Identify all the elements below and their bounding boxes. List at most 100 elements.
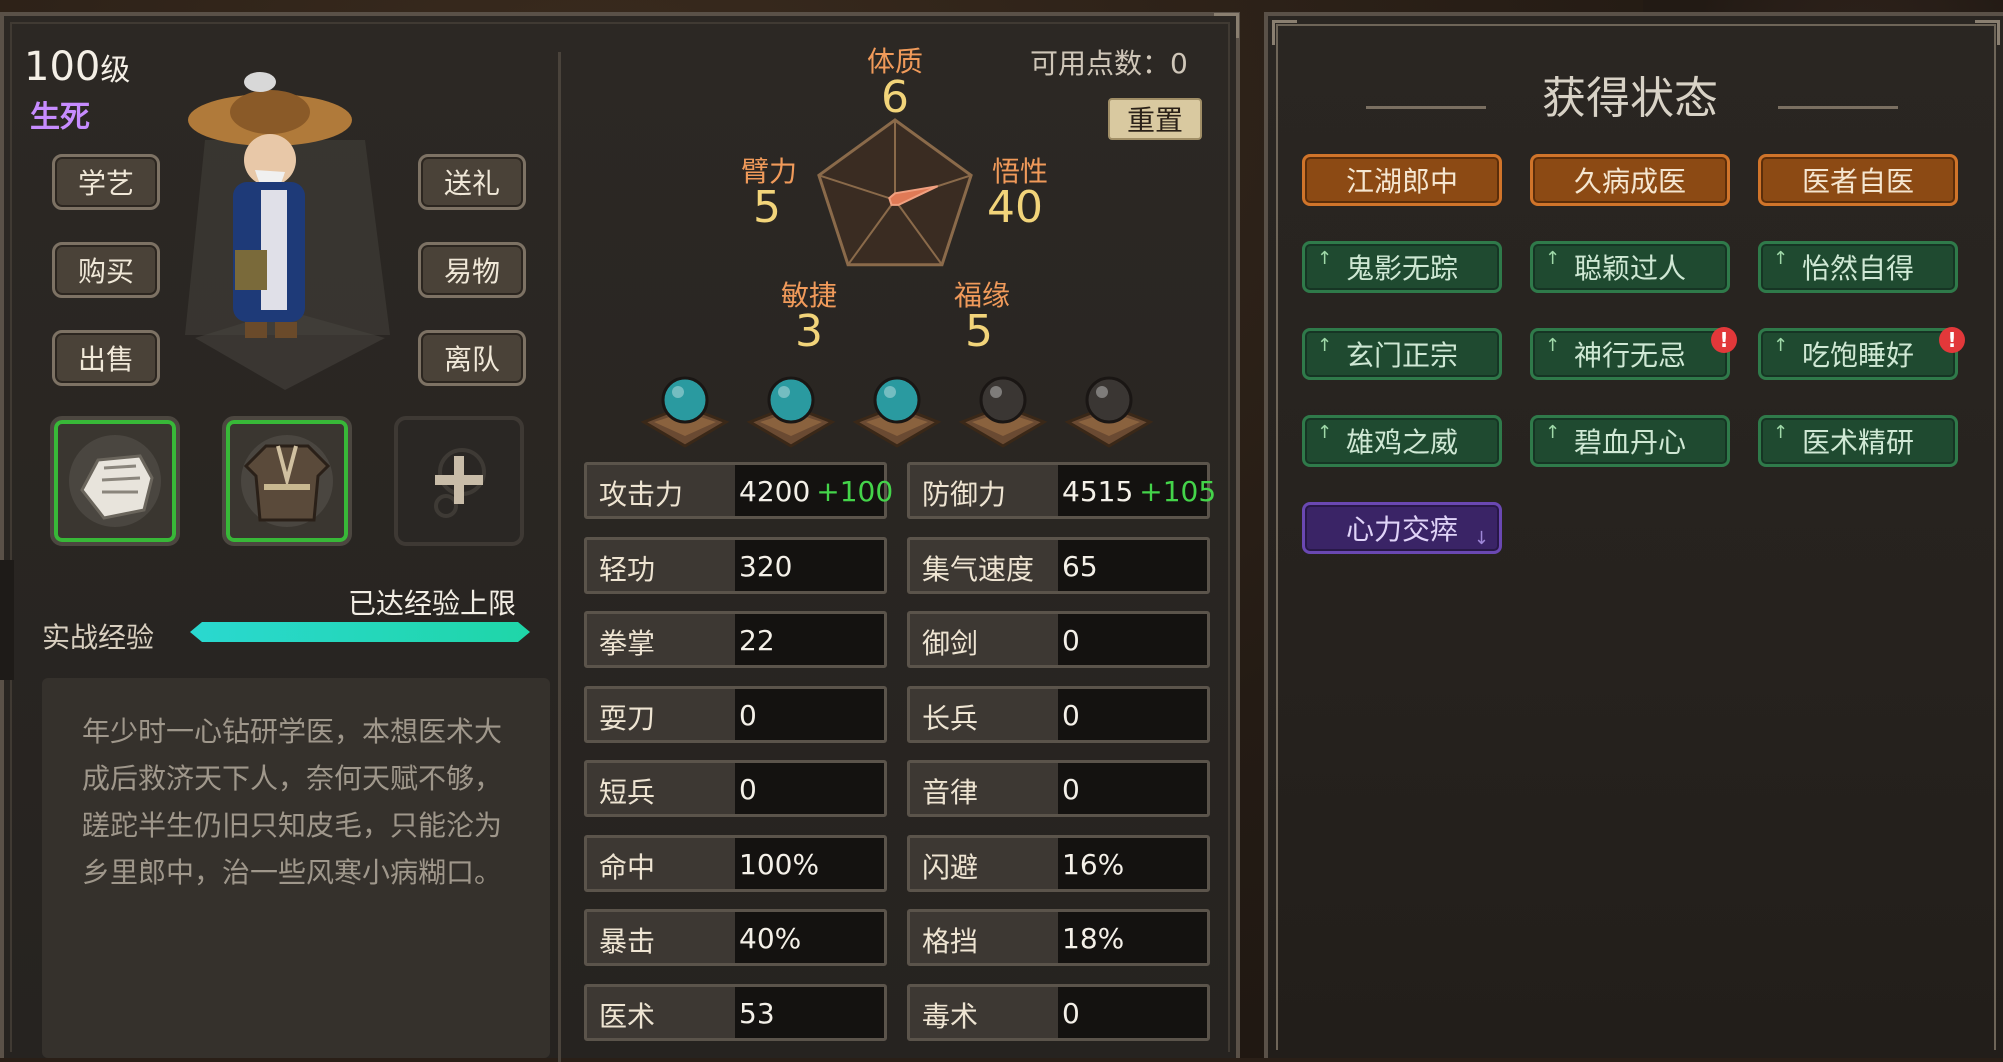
stat-value: 0	[1062, 996, 1080, 1030]
status-tag-label: 神行无忌	[1573, 339, 1686, 372]
stat-value: 16%	[1062, 847, 1125, 881]
stat-label: 暴击	[599, 925, 656, 958]
arrow-up-icon: ↑	[1545, 422, 1561, 443]
status-tag-label: 聪颖过人	[1573, 252, 1686, 285]
sell-button[interactable]: 出售	[52, 330, 160, 386]
stat-value: 18%	[1062, 922, 1125, 955]
panel-divider	[558, 52, 561, 1062]
stat-bonus: +105	[1139, 475, 1217, 508]
panel-corner	[1272, 20, 1297, 45]
stat-value-box	[735, 688, 884, 740]
stat-value-box	[1058, 688, 1207, 740]
character-rank: 生死	[30, 100, 90, 135]
stat-value-box	[1058, 614, 1207, 665]
stat-value: 4200 +100	[739, 475, 894, 508]
status-tag-label: 玄门正宗	[1345, 339, 1458, 372]
character-level: 100级	[24, 44, 131, 90]
stat-value: 0	[1062, 624, 1080, 657]
stat-label: 格挡	[922, 925, 979, 958]
stat-value: 4515 +105	[1062, 475, 1217, 508]
equipment-slot-gloves[interactable]	[50, 416, 180, 546]
alert-icon: !	[1939, 327, 1965, 353]
status-tag-label: 久病成医	[1573, 165, 1686, 198]
stat-label: 轻功	[599, 552, 656, 586]
stat-value-box	[1058, 763, 1207, 814]
stat-row: 耍刀 0	[584, 685, 887, 743]
arrow-up-icon: ↑	[1317, 248, 1333, 269]
equipment-slot-empty[interactable]	[394, 416, 524, 546]
status-tag-label: 江湖郎中	[1345, 165, 1458, 198]
arrow-up-icon: ↑	[1317, 335, 1333, 356]
status-panel-title: 获得状态	[1542, 73, 1718, 124]
status-tag-label: 医者自医	[1801, 165, 1914, 198]
status-tag[interactable]: 江湖郎中	[1302, 154, 1502, 206]
equipment-slot-robe[interactable]	[222, 416, 352, 546]
status-tag[interactable]: ↓ 心力交瘁	[1302, 502, 1502, 554]
title-line-left	[1366, 106, 1486, 109]
status-tag-label: 吃饱睡好	[1801, 339, 1914, 372]
stat-value: 65	[1062, 549, 1098, 583]
leave-party-button[interactable]: 离队	[418, 330, 526, 386]
orb-empty	[958, 370, 1048, 450]
attr-fortune-value: 5	[965, 306, 993, 357]
buy-button[interactable]: 购买	[52, 242, 160, 298]
stat-value-box	[1058, 986, 1207, 1038]
robe-icon	[241, 435, 333, 527]
stat-bonus: +100	[816, 475, 894, 508]
stat-label: 攻击力	[599, 478, 684, 511]
stat-value: 0	[739, 773, 757, 806]
alert-icon: !	[1711, 327, 1737, 353]
gift-button[interactable]: 送礼	[418, 154, 526, 210]
stat-row: 拳掌 22	[584, 611, 887, 668]
status-tag[interactable]: ↑ 神行无忌!	[1530, 327, 1737, 380]
stat-row: 攻击力 4200 +100	[584, 462, 893, 519]
stat-row: 暴击 40%	[584, 909, 887, 966]
title-line-right	[1778, 106, 1898, 109]
stat-label: 耍刀	[599, 701, 656, 735]
gloves-icon	[69, 435, 161, 527]
status-tag[interactable]: ↑ 怡然自得	[1758, 241, 1958, 293]
panel-corner	[1214, 13, 1239, 38]
status-tag[interactable]: 医者自医	[1758, 154, 1958, 206]
arrow-up-icon: ↑	[1545, 248, 1561, 269]
status-tag[interactable]: ↑ 雄鸡之威	[1302, 415, 1502, 467]
character-description: 年少时一心钻研学医，本想医术大成后救济天下人，奈何天赋不够，蹉跎半生仍旧只知皮毛…	[82, 715, 503, 889]
stat-value: 0	[1062, 698, 1080, 732]
status-tag[interactable]: ↑ 碧血丹心	[1530, 415, 1730, 467]
arrow-up-icon: ↑	[1773, 422, 1789, 443]
stat-value: 53	[739, 996, 775, 1030]
status-tag[interactable]: ↑ 医术精研	[1758, 415, 1958, 467]
exp-status: 已达经验上限	[348, 587, 517, 620]
stat-label: 御剑	[922, 627, 979, 660]
exp-progress-bar	[190, 622, 530, 642]
arrow-down-icon: ↓	[1473, 528, 1489, 549]
reset-button[interactable]: 重置	[1108, 98, 1202, 140]
status-tag-label: 碧血丹心	[1573, 426, 1686, 459]
panel-corner	[1975, 20, 2000, 45]
stat-row: 格挡 18%	[907, 909, 1210, 966]
status-tag[interactable]: ↑ 鬼影无踪	[1302, 241, 1502, 293]
status-tag-label: 怡然自得	[1801, 252, 1914, 285]
status-tag[interactable]: ↑ 聪颖过人	[1530, 241, 1730, 293]
stat-label: 短兵	[599, 776, 656, 809]
trade-button[interactable]: 易物	[418, 242, 526, 298]
learn-button[interactable]: 学艺	[52, 154, 160, 210]
stat-value: 0	[1062, 773, 1080, 806]
stat-row: 短兵 0	[584, 760, 887, 817]
stat-row: 防御力 4515 +105	[907, 462, 1216, 519]
character-portrait	[185, 72, 390, 390]
attr-agility-value: 3	[795, 306, 823, 357]
stat-label: 防御力	[922, 478, 1007, 511]
stat-row: 闪避 16%	[907, 834, 1210, 892]
stat-row: 御剑 0	[907, 611, 1210, 668]
exp-strip	[0, 560, 14, 680]
status-tag-label: 心力交瘁	[1345, 513, 1458, 546]
status-tag[interactable]: 久病成医	[1530, 154, 1730, 206]
stat-row: 医术 53	[584, 983, 887, 1041]
stat-label: 拳掌	[599, 627, 656, 660]
available-points: 可用点数：0	[1030, 47, 1188, 80]
status-tag[interactable]: ↑ 玄门正宗	[1302, 328, 1502, 380]
status-tag[interactable]: ↑ 吃饱睡好!	[1758, 327, 1965, 380]
arrow-up-icon: ↑	[1773, 335, 1789, 356]
orb-filled	[852, 370, 942, 450]
